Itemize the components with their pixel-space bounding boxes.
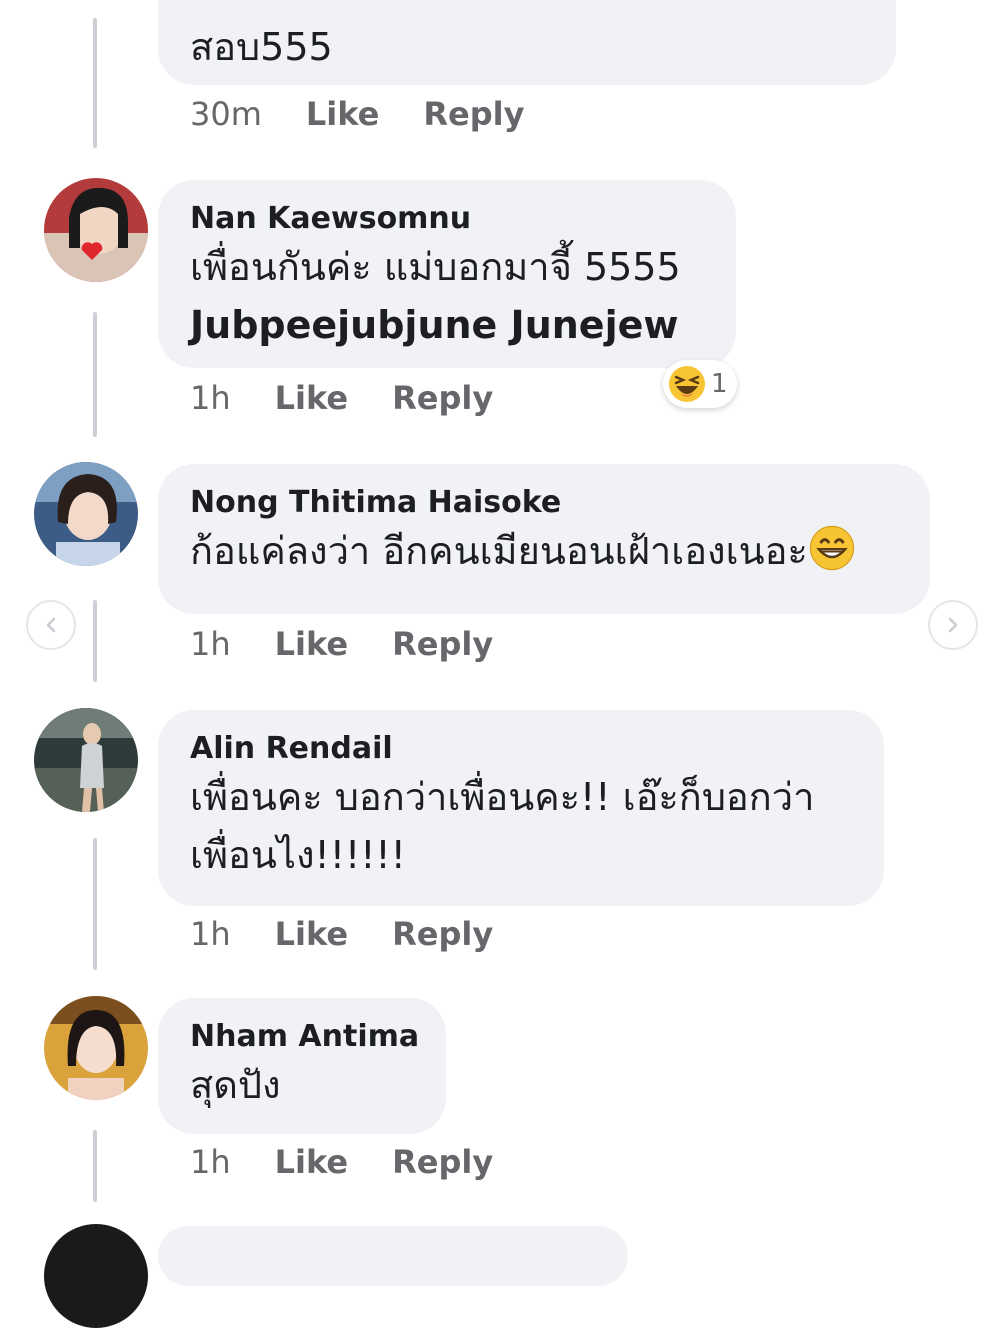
grinning-emoji-icon [809,525,854,571]
comment-bubble[interactable]: Alin Rendail เพื่อนคะ บอกว่าเพื่อนคะ!! เ… [158,710,884,906]
comment-text-row: ก้อแค่ลงว่า อีกคนเมียนอนเฝ้าเองเนอะ [190,522,898,580]
chevron-right-icon [948,617,958,633]
comment-actions: 1h Like Reply [190,914,493,954]
comment-author[interactable]: Nan Kaewsomnu [190,200,704,238]
thread-line [93,838,97,970]
avatar[interactable] [44,996,148,1100]
comment-time[interactable]: 1h [190,624,231,664]
comment-actions: 30m Like Reply [190,94,524,134]
avatar[interactable] [34,462,138,566]
reply-button[interactable]: Reply [392,378,493,418]
reaction-badge[interactable]: 1 [663,360,737,408]
next-button[interactable] [928,600,978,650]
reply-button[interactable]: Reply [423,94,524,134]
like-button[interactable]: Like [306,94,379,134]
comment-time[interactable]: 30m [190,94,262,134]
comment-text: สอบ555 [190,25,333,69]
comment-time[interactable]: 1h [190,914,231,954]
avatar[interactable] [44,178,148,282]
thread-line [93,1130,97,1202]
reply-button[interactable]: Reply [392,914,493,954]
comment-author[interactable]: Nham Antima [190,1018,419,1056]
comment-time[interactable]: 1h [190,378,231,418]
comment-actions: 1h Like Reply [190,1142,493,1182]
avatar[interactable] [34,708,138,812]
comment-author[interactable]: Nong Thitima Haisoke [190,484,898,522]
comment-bubble[interactable]: Nong Thitima Haisoke ก้อแค่ลงว่า อีกคนเม… [158,464,930,614]
reply-button[interactable]: Reply [392,624,493,664]
comment-text: ก้อแค่ลงว่า อีกคนเมียนอนเฝ้าเองเนอะ [190,529,808,573]
comment-bubble[interactable]: Nan Kaewsomnu เพื่อนกันค่ะ แม่บอกมาจี้ 5… [158,180,736,368]
laughing-emoji-icon [669,366,705,402]
chevron-left-icon [46,617,56,633]
comment-time[interactable]: 1h [190,1142,231,1182]
like-button[interactable]: Like [275,1142,348,1182]
comment-bubble[interactable] [158,1226,628,1286]
thread-line [93,312,97,437]
comment-text: สุดปัง [190,1063,281,1107]
thread-line [93,600,97,682]
like-button[interactable]: Like [275,914,348,954]
like-button[interactable]: Like [275,378,348,418]
reaction-count: 1 [711,369,728,399]
thread-line [93,18,97,148]
comment-text: เพื่อนกันค่ะ แม่บอกมาจี้ 5555 [190,245,681,289]
comment-bubble[interactable]: สอบ555 [158,0,896,85]
previous-button[interactable] [26,600,76,650]
comment-actions: 1h Like Reply [190,378,493,418]
comment-text: เพื่อนคะ บอกว่าเพื่อนคะ!! เอ๊ะก็บอกว่า [190,775,815,819]
comment-author[interactable]: Alin Rendail [190,730,852,768]
comment-actions: 1h Like Reply [190,624,493,664]
like-button[interactable]: Like [275,624,348,664]
comment-text: เพื่อนไง!!!!!! [190,833,406,877]
comment-bubble[interactable]: Nham Antima สุดปัง [158,998,446,1134]
mention-link[interactable]: Jubpeejubjune Junejew [190,296,704,354]
reply-button[interactable]: Reply [392,1142,493,1182]
avatar[interactable] [44,1224,148,1328]
